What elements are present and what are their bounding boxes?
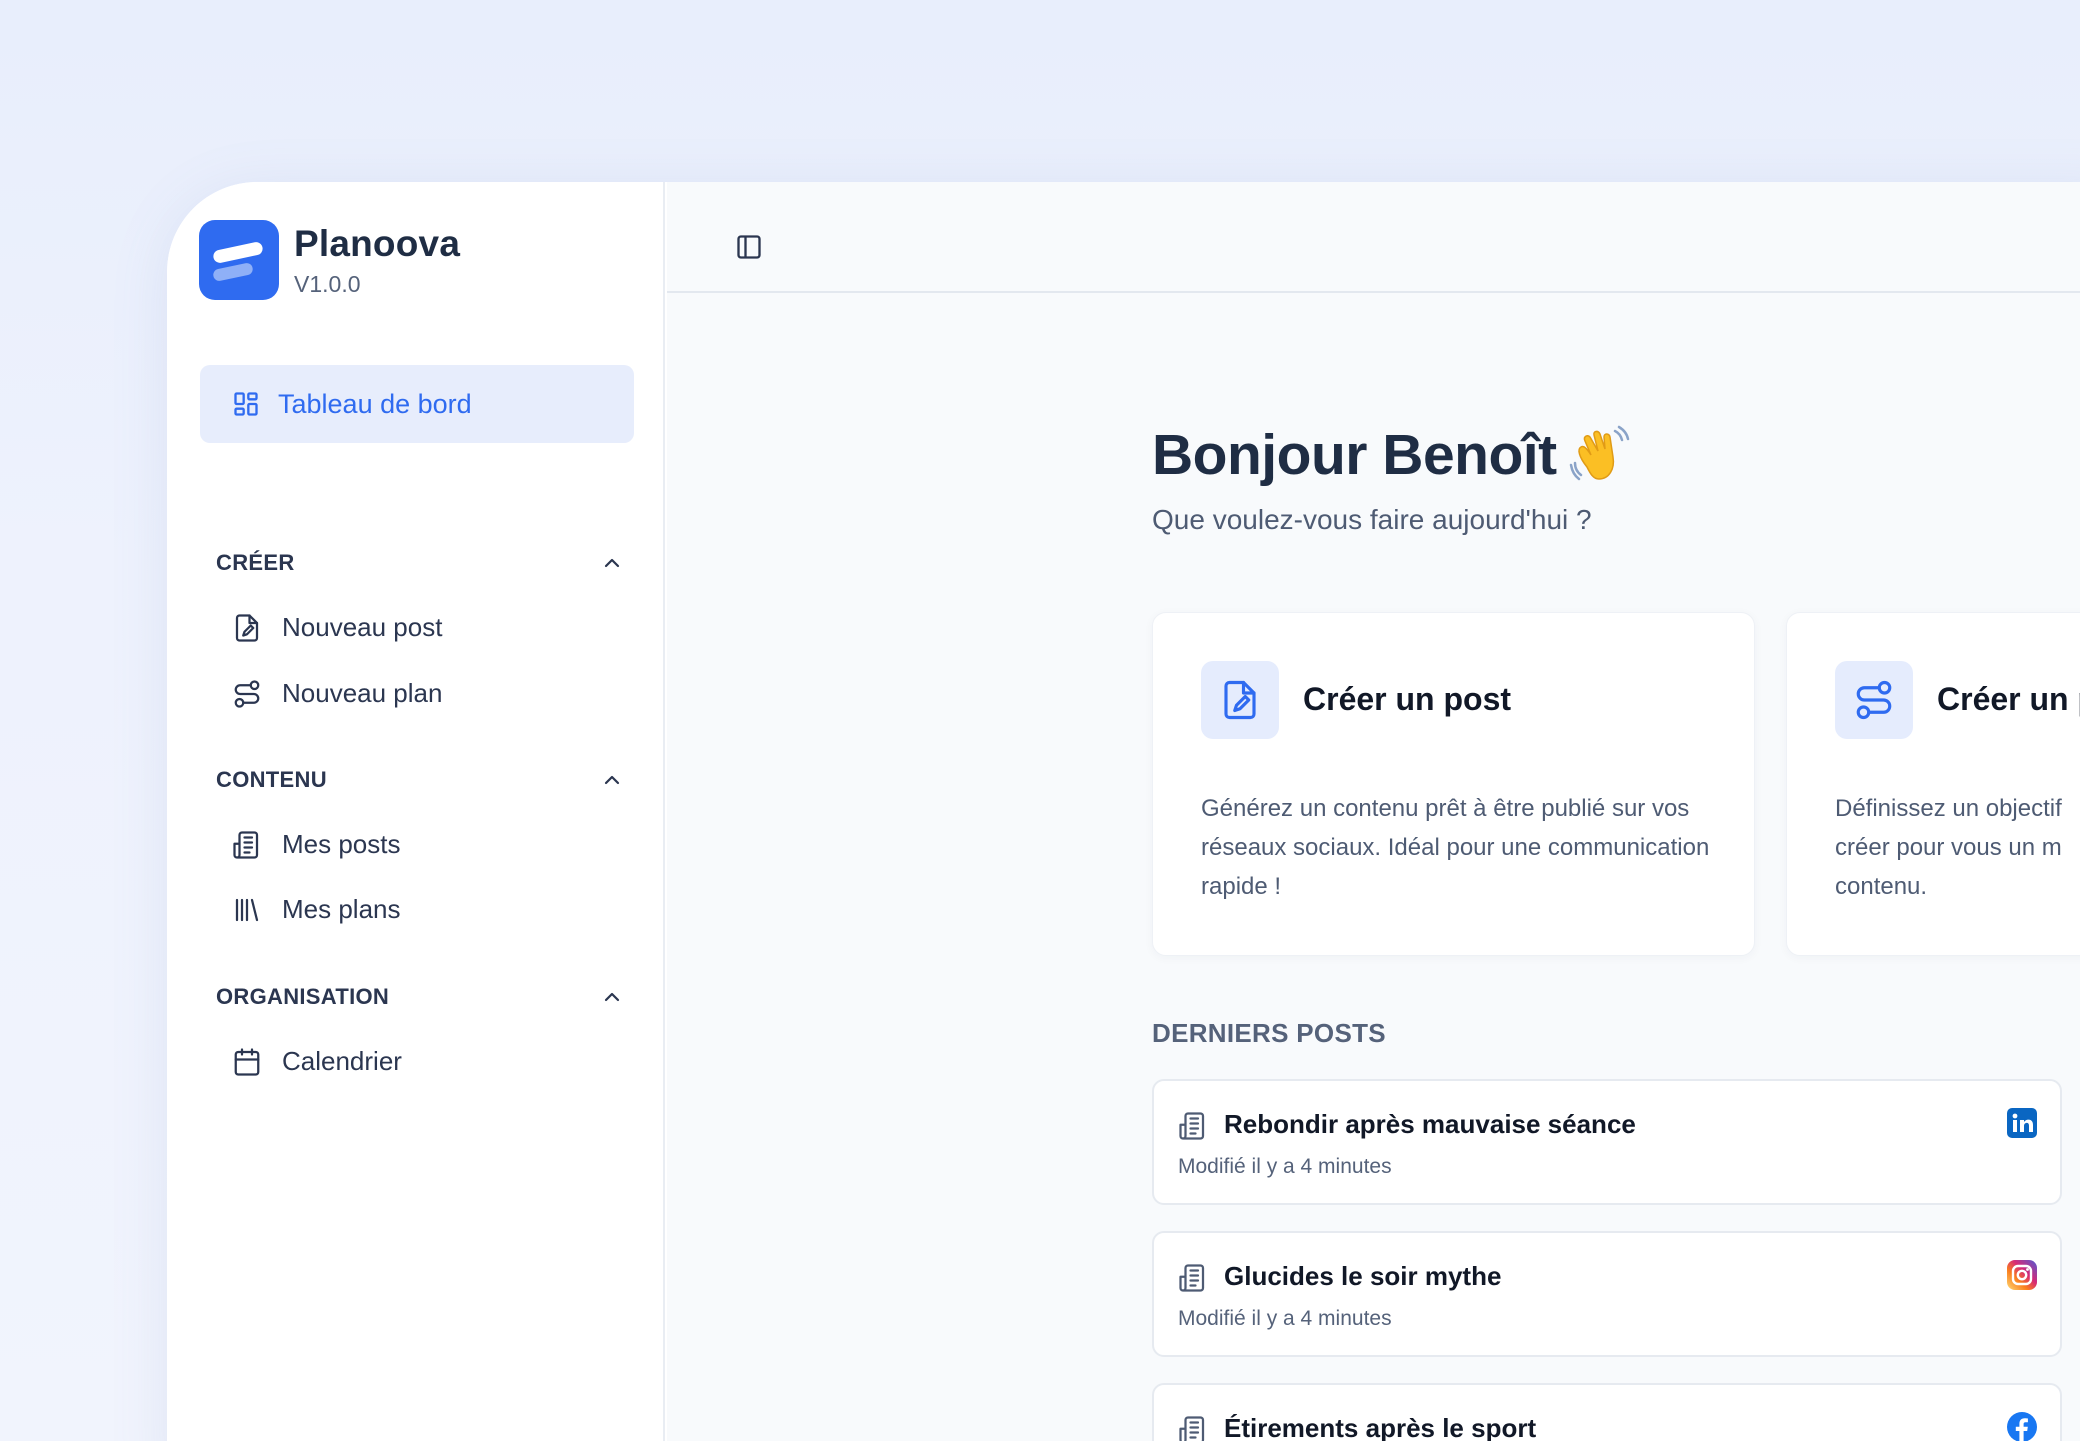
facebook-icon [2007, 1412, 2037, 1441]
sidebar-item-dashboard[interactable]: Tableau de bord [200, 365, 634, 443]
section-contenu[interactable]: CONTENU [216, 767, 624, 793]
chevron-up-icon [604, 558, 620, 568]
newspaper-icon [1179, 1264, 1205, 1292]
card-description: Générez un contenu prêt à être publié su… [1201, 795, 1710, 900]
card-title: Créer un p [1937, 681, 2080, 717]
route-icon [1856, 680, 1892, 720]
newspaper-icon [1179, 1112, 1205, 1140]
sidebar-toggle-icon[interactable] [735, 233, 763, 261]
sidebar-item-label: Nouveau plan [282, 678, 443, 708]
sidebar-item-my-posts[interactable]: Mes posts [232, 829, 401, 860]
chevron-up-icon [604, 775, 620, 785]
main-content: Bonjour Benoît Que voulez-vous faire auj… [667, 182, 2080, 1441]
post-list-item[interactable]: Glucides le soir mythe Modifié il y a 4 … [1152, 1231, 2062, 1357]
instagram-icon [2007, 1260, 2037, 1290]
file-edit-icon [1224, 680, 1256, 720]
recent-posts-heading: DERNIERS POSTS [1152, 1018, 1386, 1048]
section-organisation[interactable]: ORGANISATION [216, 984, 624, 1010]
sidebar-item-new-post[interactable]: Nouveau post [232, 612, 442, 643]
card-create-plan[interactable]: Créer un p Définissez un objectif créer … [1786, 612, 2080, 956]
greeting-text: Bonjour Benoît [1152, 423, 1557, 487]
brand[interactable]: Planoova V1.0.0 [199, 220, 460, 300]
calendar-icon [234, 1047, 260, 1076]
post-list-item[interactable]: Rebondir après mauvaise séance Modifié i… [1152, 1079, 2062, 1205]
card-icon [1835, 661, 1913, 739]
greeting: Bonjour Benoît Que voulez-vous faire auj… [1152, 422, 1631, 536]
newspaper-icon [233, 830, 259, 859]
route-icon [234, 679, 260, 708]
waving-hand-icon [1569, 425, 1629, 481]
card-description: Définissez un objectif créer pour vous u… [1835, 795, 2062, 900]
post-meta: Modifié il y a 4 minutes [1178, 1155, 1392, 1178]
sidebar-item-label: Mes posts [282, 829, 401, 859]
post-title: Rebondir après mauvaise séance [1224, 1109, 1636, 1139]
linkedin-icon [2007, 1108, 2037, 1138]
post-title: Étirements après le sport [1224, 1413, 1537, 1441]
sidebar-item-my-plans[interactable]: Mes plans [232, 894, 401, 925]
dashboard-icon [234, 392, 258, 416]
section-title: CONTENU [216, 767, 327, 792]
post-meta: Modifié il y a 4 minutes [1178, 1307, 1392, 1330]
chevron-up-icon [604, 992, 620, 1002]
sidebar: Planoova V1.0.0 Tableau de bord CRÉER No… [167, 182, 665, 1441]
sidebar-item-label: Nouveau post [282, 612, 443, 642]
newspaper-icon [1179, 1416, 1205, 1441]
stage: Planoova V1.0.0 Tableau de bord CRÉER No… [0, 0, 2080, 1441]
sidebar-item-label: Tableau de bord [278, 388, 472, 419]
app-window: Planoova V1.0.0 Tableau de bord CRÉER No… [167, 182, 2080, 1441]
sidebar-item-label: Mes plans [282, 894, 401, 924]
library-icon [235, 898, 259, 921]
card-icon [1201, 661, 1279, 739]
section-creer[interactable]: CRÉER [216, 550, 624, 576]
sidebar-item-label: Calendrier [282, 1046, 402, 1076]
section-title: CRÉER [216, 550, 295, 575]
post-title: Glucides le soir mythe [1224, 1261, 1502, 1291]
card-title: Créer un post [1303, 681, 1512, 717]
file-edit-icon [235, 613, 259, 642]
sidebar-item-new-plan[interactable]: Nouveau plan [232, 678, 442, 709]
app-name: Planoova [294, 222, 461, 264]
planoova-logo-icon [199, 220, 279, 300]
page-subtitle: Que voulez-vous faire aujourd'hui ? [1152, 504, 1592, 535]
topbar [667, 197, 2080, 293]
card-create-post[interactable]: Créer un post Générez un contenu prêt à … [1152, 612, 1755, 956]
app-version: V1.0.0 [294, 270, 361, 297]
page-title: Bonjour Benoît [1152, 422, 1631, 488]
section-title: ORGANISATION [216, 984, 390, 1009]
post-list-item[interactable]: Étirements après le sport [1152, 1383, 2062, 1441]
sidebar-item-calendar[interactable]: Calendrier [232, 1046, 402, 1077]
